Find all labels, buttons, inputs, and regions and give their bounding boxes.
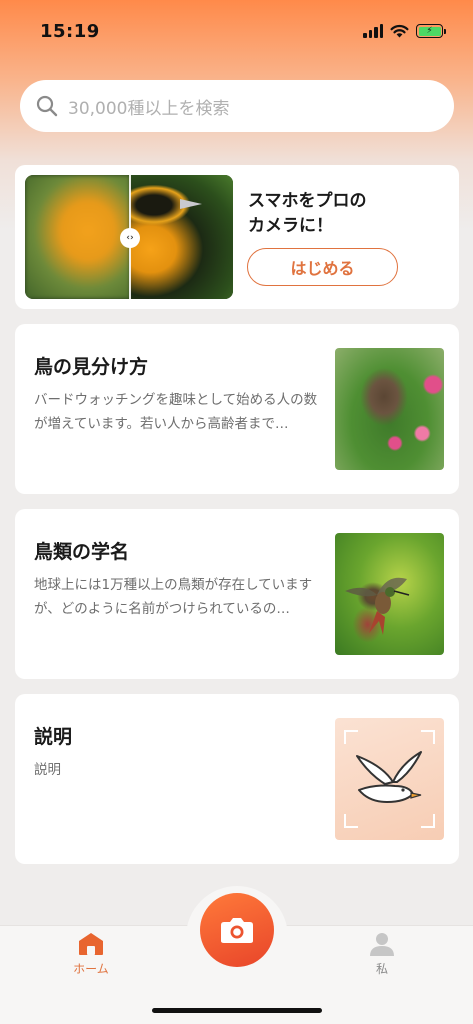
start-button[interactable]: はじめる: [247, 248, 398, 286]
promo-title-line2: カメラに！: [248, 216, 333, 236]
comparison-slider-handle[interactable]: ‹›: [120, 228, 140, 248]
search-input[interactable]: 30,000種以上を検索: [68, 94, 229, 119]
article-card-scientific-names[interactable]: 鳥類の学名 地球上には1万種以上の鳥類が存在していますが、どのように名前がつけら…: [15, 509, 459, 679]
cellular-signal-icon: [363, 24, 383, 38]
article-title: 説明: [34, 726, 73, 748]
article-description: 説明: [34, 762, 61, 778]
camera-icon: [221, 918, 253, 943]
status-time: 15:19: [40, 20, 100, 42]
search-bar[interactable]: 30,000種以上を検索: [20, 80, 454, 132]
tab-me-label: 私: [375, 962, 388, 976]
bird-beak-shape: [180, 199, 202, 209]
blurry-bird-photo: [25, 175, 130, 299]
sparrow-thumbnail-image: [335, 348, 444, 470]
home-indicator: [152, 1008, 322, 1013]
hummingbird-thumbnail-image: [335, 533, 444, 655]
status-bar: 15:19 ⚡: [0, 0, 473, 58]
camera-button[interactable]: [200, 893, 274, 967]
tab-home[interactable]: ホーム: [61, 932, 121, 977]
user-icon: [370, 933, 394, 956]
camera-promo-card[interactable]: ‹› スマホをプロの カメラに！ はじめる: [15, 165, 459, 309]
status-icons: ⚡: [363, 24, 446, 38]
seagull-illustration-image: [335, 718, 444, 840]
article-description: バードウォッチングを趣味として始める人の数が増えています。若い人から高齢者まで…: [34, 392, 318, 432]
article-description: 地球上には1万種以上の鳥類が存在していますが、どのように名前がつけられているの…: [34, 577, 313, 617]
article-card-description[interactable]: 説明 説明: [15, 694, 459, 864]
battery-charging-icon: ⚡: [416, 24, 446, 38]
promo-title: スマホをプロの カメラに！: [248, 189, 448, 239]
hummingbird-icon: [345, 577, 410, 635]
article-card-bird-identification[interactable]: 鳥の見分け方 バードウォッチングを趣味として始める人の数が増えています。若い人か…: [15, 324, 459, 494]
promo-title-line1: スマホをプロの: [248, 191, 367, 211]
search-icon: [36, 95, 58, 117]
tab-home-label: ホーム: [73, 962, 109, 976]
article-title: 鳥類の学名: [34, 541, 130, 563]
wifi-icon: [390, 24, 409, 38]
before-after-comparison-image[interactable]: ‹›: [25, 175, 233, 299]
article-title: 鳥の見分け方: [34, 356, 149, 378]
home-icon: [79, 933, 103, 955]
tab-me[interactable]: 私: [352, 932, 412, 977]
